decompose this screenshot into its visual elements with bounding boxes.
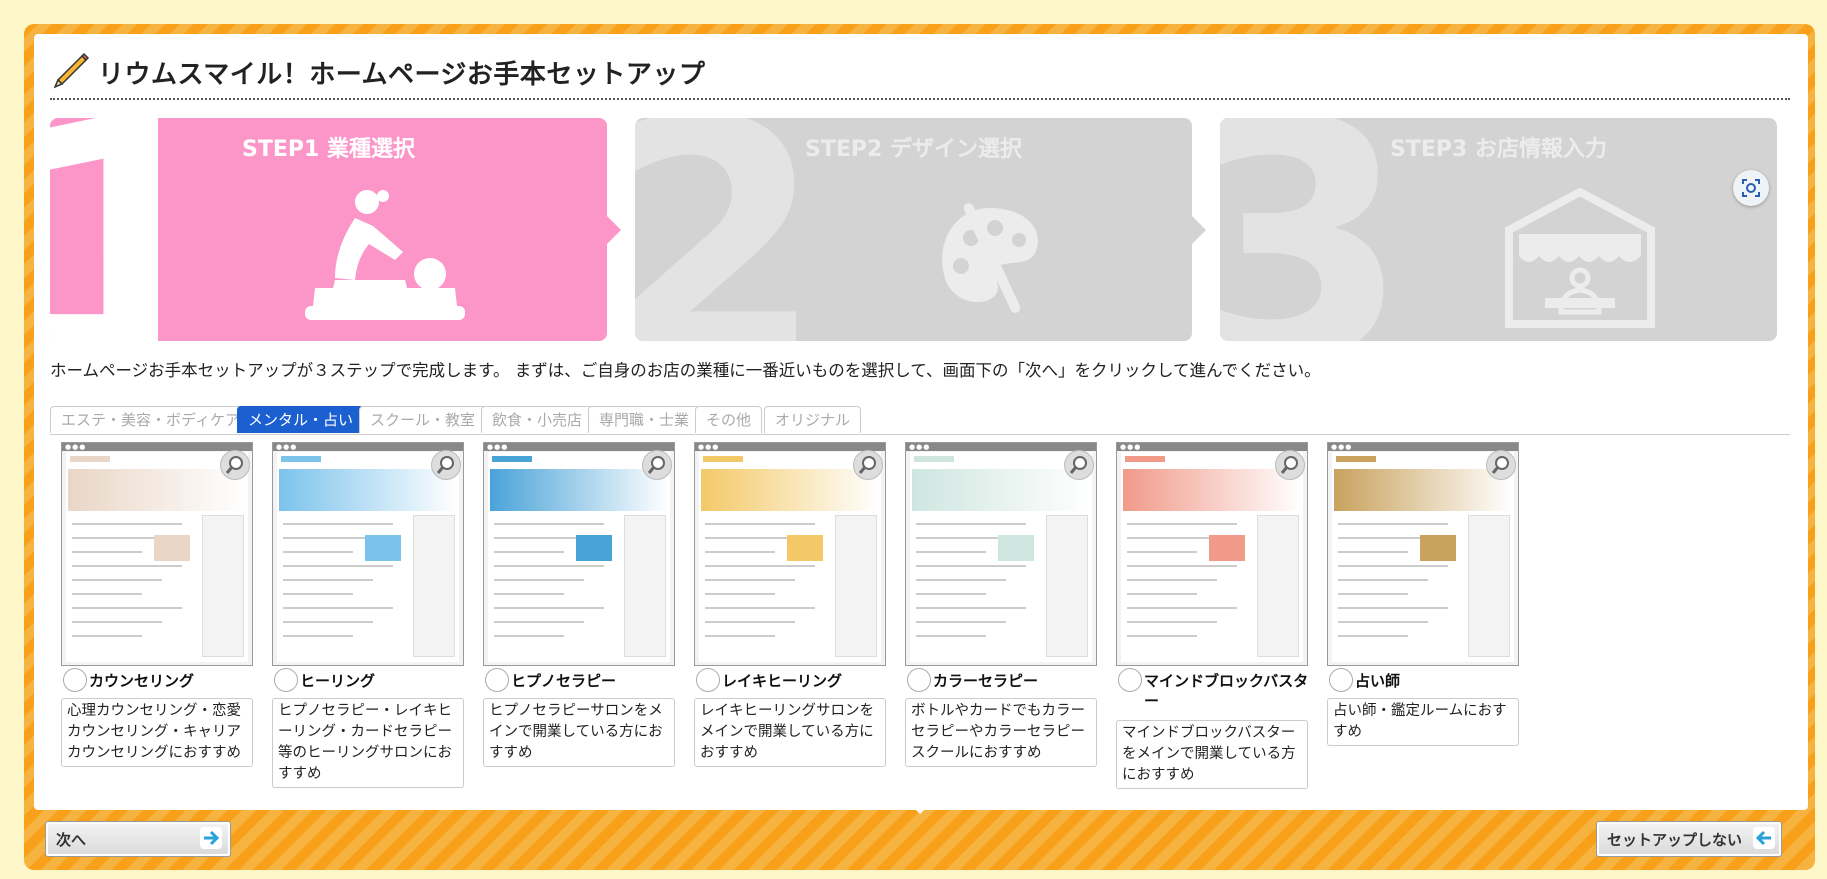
magnifier-icon[interactable] (853, 450, 883, 480)
template-radio[interactable] (907, 668, 931, 692)
arrow-right-icon (200, 827, 222, 849)
skip-setup-label: セットアップしない (1607, 831, 1743, 849)
tab-mental[interactable]: メンタル・占い (237, 406, 365, 433)
template-name: マインドブロックバスター (1144, 672, 1309, 710)
template-name: 占い師 (1355, 672, 1401, 690)
pencil-icon (53, 52, 90, 89)
step-arrow (1192, 216, 1206, 244)
massage-icon (305, 190, 465, 320)
magnifier-icon[interactable] (1275, 450, 1305, 480)
template-name: ヒーリング (300, 672, 376, 690)
step-arrow (607, 216, 621, 244)
magnifier-icon[interactable] (642, 450, 672, 480)
screenshot-icon[interactable] (1733, 170, 1769, 206)
magnifier-icon[interactable] (431, 450, 461, 480)
magnifier-icon[interactable] (220, 450, 250, 480)
step-3-panel: 3 STEP3 お店情報入力 (1220, 118, 1777, 341)
template-radio[interactable] (63, 668, 87, 692)
tab-school[interactable]: スクール・教室 (359, 406, 487, 433)
template-description: ヒプノセラピー・レイキヒーリング・カードセラピー等のヒーリングサロンにおすすめ (272, 698, 464, 788)
template-description: ヒプノセラピーサロンをメインで開業している方におすすめ (483, 698, 675, 767)
template-description: 心理カウンセリング・恋愛カウンセリング・キャリアカウンセリングにおすすめ (61, 698, 253, 767)
step-1-panel: 1 STEP1 業種選択 (50, 118, 607, 341)
footer-notch (912, 806, 928, 814)
arrow-left-icon (1753, 827, 1775, 849)
magnifier-icon[interactable] (1486, 450, 1516, 480)
step-2-panel: 2 STEP2 デザイン選択 (635, 118, 1192, 341)
tab-original[interactable]: オリジナル (764, 406, 862, 433)
step-3-label: STEP3 お店情報入力 (1390, 137, 1607, 162)
palette-icon (942, 203, 1038, 313)
magnifier-icon[interactable] (1064, 450, 1094, 480)
template-description: ボトルやカードでもカラーセラピーやカラーセラピースクールにおすすめ (905, 698, 1097, 767)
tab-esthetic[interactable]: エステ・美容・ボディケア (50, 406, 251, 433)
template-name: カウンセリング (89, 672, 195, 690)
template-description: 占い師・鑑定ルームにおすすめ (1327, 698, 1519, 746)
tab-food[interactable]: 飲食・小売店 (481, 406, 594, 433)
next-button-label: 次へ (56, 831, 87, 849)
template-name: カラーセラピー (933, 672, 1039, 690)
page-title: リウムスマイル！ホームページお手本セットアップ (98, 60, 706, 90)
template-radio[interactable] (696, 668, 720, 692)
template-radio[interactable] (485, 668, 509, 692)
step-2-label: STEP2 デザイン選択 (805, 137, 1022, 162)
skip-setup-button[interactable]: セットアップしない (1596, 821, 1782, 857)
template-name: ヒプノセラピー (511, 672, 617, 690)
template-name: レイキヒーリング (722, 672, 843, 690)
template-description: レイキヒーリングサロンをメインで開業している方におすすめ (694, 698, 886, 767)
next-button[interactable]: 次へ (45, 821, 231, 857)
intro-text: ホームページお手本セットアップが３ステップで完成します。 まずは、ご自身のお店の… (50, 361, 1321, 380)
tab-other[interactable]: その他 (695, 406, 763, 433)
step-1-label: STEP1 業種選択 (242, 137, 415, 162)
template-description: マインドブロックバスターをメインで開業している方におすすめ (1116, 720, 1308, 789)
template-radio[interactable] (274, 668, 298, 692)
template-radio[interactable] (1329, 668, 1353, 692)
shop-icon (1505, 188, 1655, 328)
tab-profession[interactable]: 専門職・士業 (588, 406, 701, 433)
category-tabs: エステ・美容・ボディケア メンタル・占い スクール・教室 飲食・小売店 専門職・… (50, 406, 1790, 435)
template-radio[interactable] (1118, 668, 1142, 692)
page-header: リウムスマイル！ホームページお手本セットアップ (50, 48, 1790, 100)
